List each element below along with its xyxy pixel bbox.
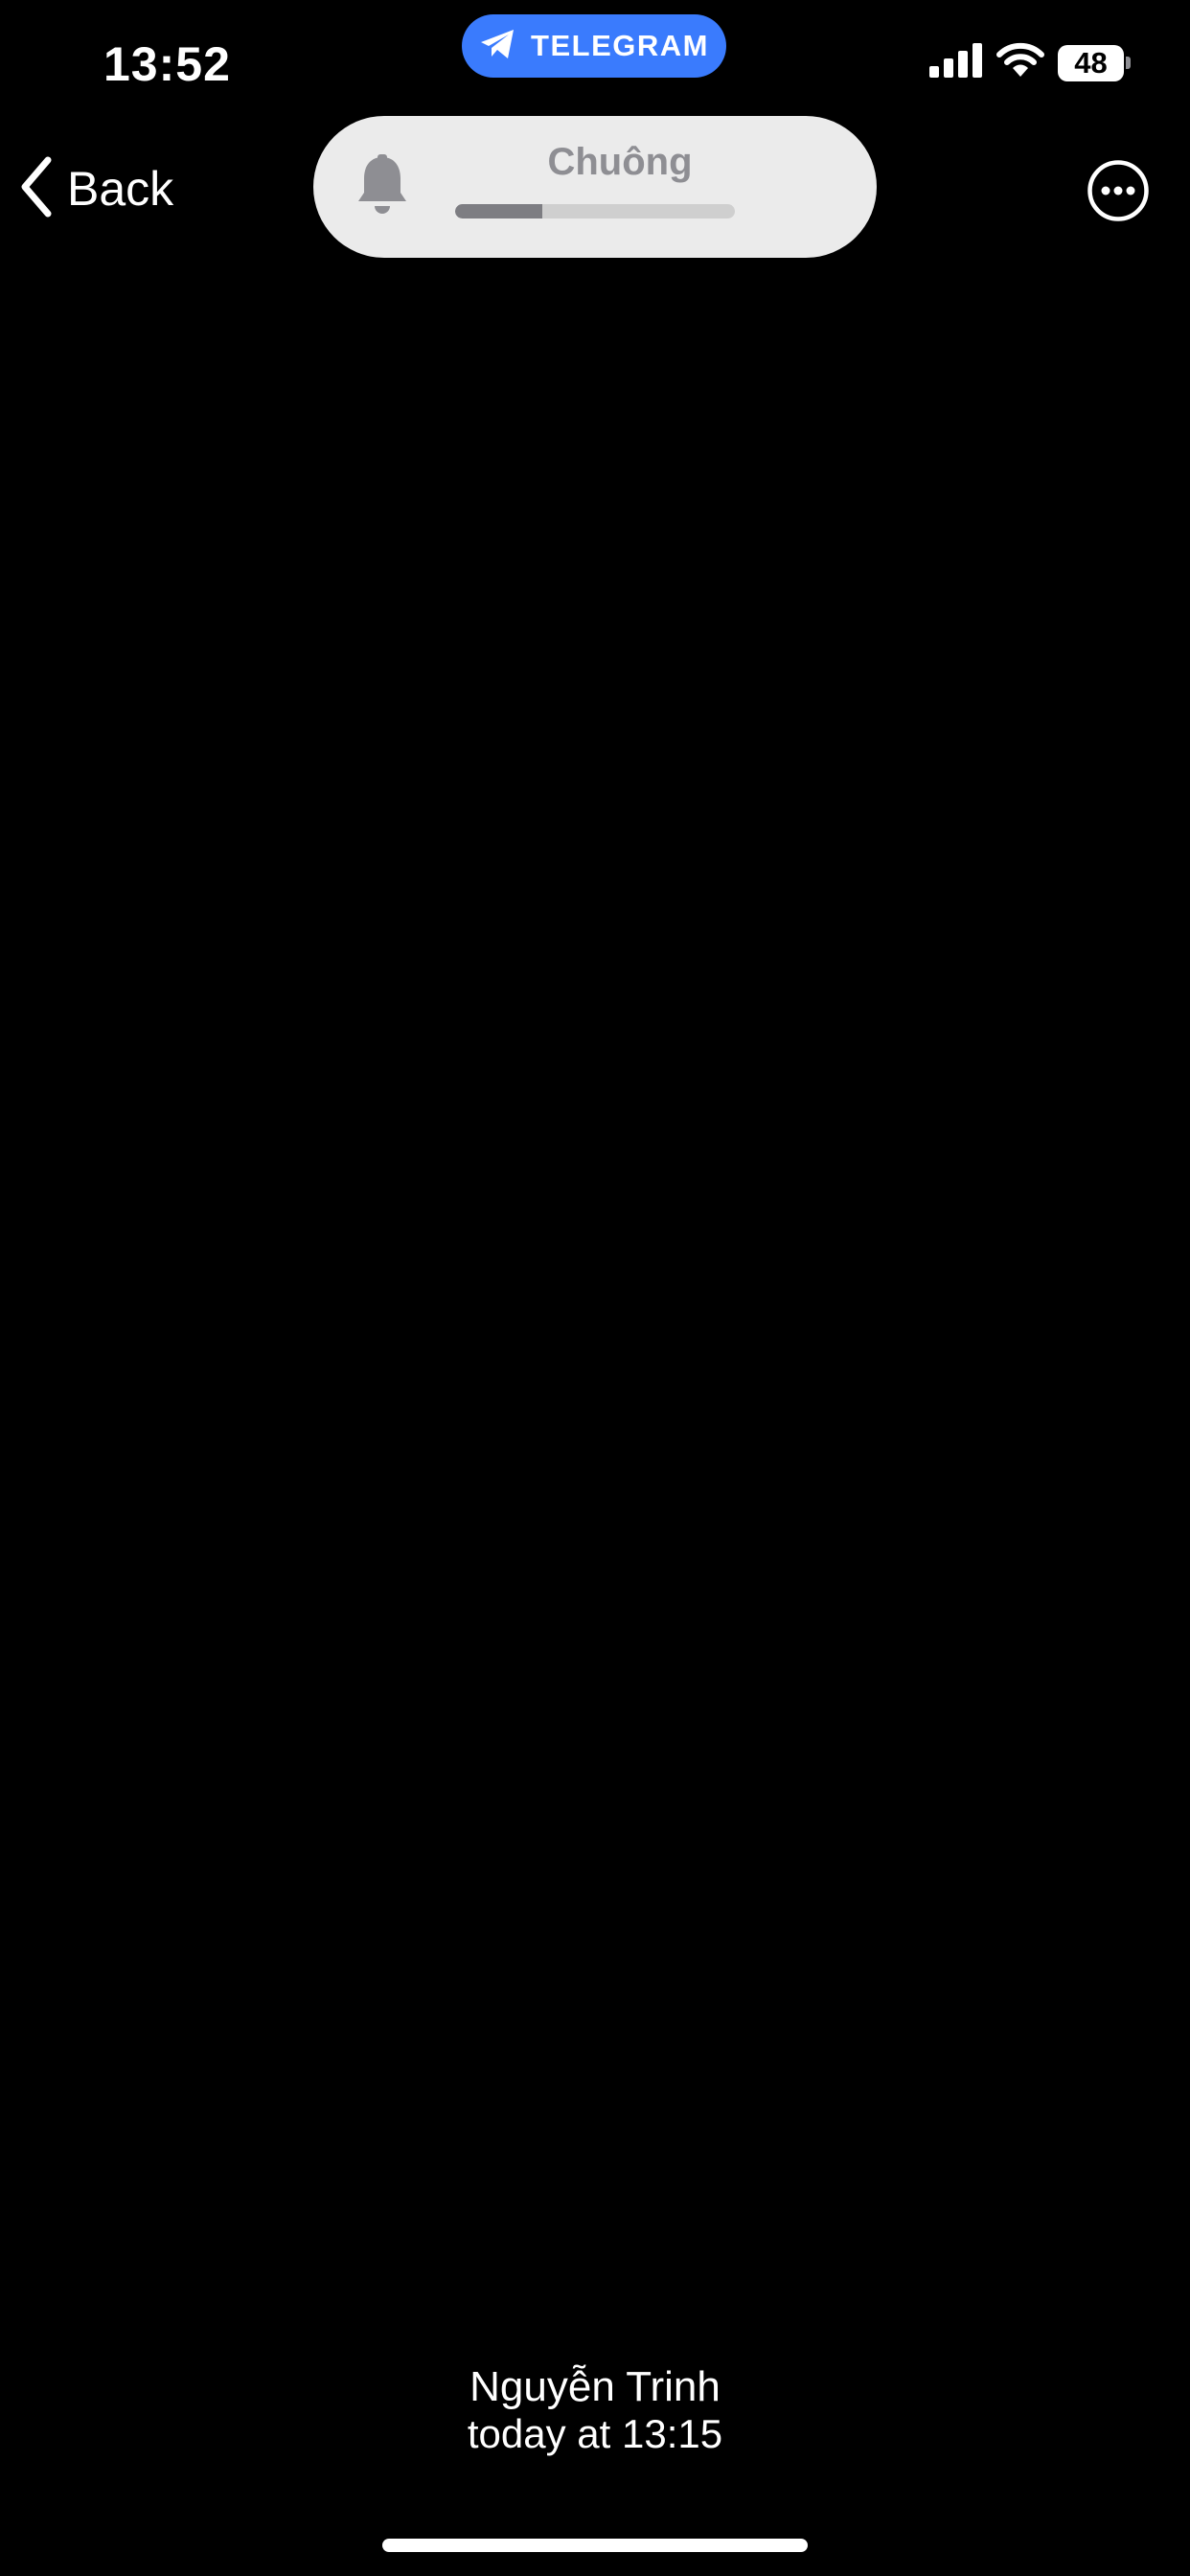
wifi-icon <box>996 42 1044 83</box>
ringer-volume-track <box>455 204 735 218</box>
bell-icon <box>355 154 409 222</box>
more-options-button[interactable] <box>1087 159 1150 222</box>
ellipsis-circle-icon <box>1087 160 1150 226</box>
ringer-volume-fill <box>455 204 542 218</box>
ringer-label: Chuông <box>547 141 693 183</box>
battery-icon: 48 <box>1058 44 1131 81</box>
home-indicator[interactable] <box>382 2539 808 2552</box>
cellular-signal-icon <box>929 43 983 82</box>
active-app-pill[interactable]: TELEGRAM <box>462 14 726 78</box>
media-info: Nguyễn Trinh today at 13:15 <box>0 2363 1190 2457</box>
battery-tip <box>1126 57 1131 69</box>
chevron-left-icon <box>19 156 54 222</box>
telegram-icon <box>479 28 517 65</box>
back-label: Back <box>67 162 174 216</box>
active-app-label: TELEGRAM <box>531 29 709 62</box>
sent-timestamp: today at 13:15 <box>467 2411 723 2456</box>
status-icons: 48 <box>929 42 1131 83</box>
sender-name: Nguyễn Trinh <box>469 2363 721 2410</box>
status-time: 13:52 <box>103 37 231 91</box>
battery-level: 48 <box>1058 44 1125 81</box>
back-button[interactable]: Back <box>19 153 173 224</box>
ringer-volume-hud: Chuông <box>313 116 877 258</box>
